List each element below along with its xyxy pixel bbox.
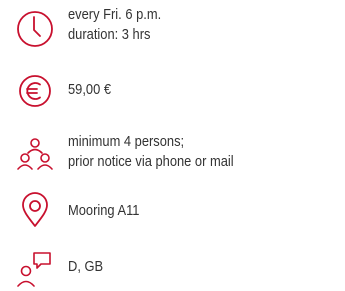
languages-value: D, GB	[68, 258, 104, 275]
info-row-group: minimum 4 persons; prior notice via phon…	[0, 124, 345, 184]
info-row-languages: D, GB	[0, 244, 345, 291]
info-row-location: Mooring A11	[0, 189, 345, 235]
location-pin-icon	[15, 191, 55, 231]
schedule-line-1: every Fri. 6 p.m.	[68, 6, 162, 23]
group-icon	[15, 136, 55, 176]
price-text: 59,00 €	[68, 80, 111, 100]
euro-icon	[15, 71, 55, 111]
info-row-price: 59,00 €	[0, 66, 345, 116]
speech-person-icon	[15, 249, 55, 289]
schedule-text: every Fri. 6 p.m. duration: 3 hrs	[68, 5, 161, 45]
location-value: Mooring A11	[68, 202, 140, 219]
group-line-2: prior notice via phone or mail	[68, 153, 234, 170]
clock-icon	[15, 9, 55, 49]
group-line-1: minimum 4 persons;	[68, 133, 185, 150]
location-text: Mooring A11	[68, 201, 139, 221]
price-value: 59,00 €	[68, 81, 112, 98]
schedule-line-2: duration: 3 hrs	[68, 26, 151, 43]
tour-info-list: every Fri. 6 p.m. duration: 3 hrs 59,00 …	[0, 0, 345, 291]
group-text: minimum 4 persons; prior notice via phon…	[68, 132, 234, 172]
info-row-schedule: every Fri. 6 p.m. duration: 3 hrs	[0, 0, 345, 58]
languages-text: D, GB	[68, 257, 103, 277]
